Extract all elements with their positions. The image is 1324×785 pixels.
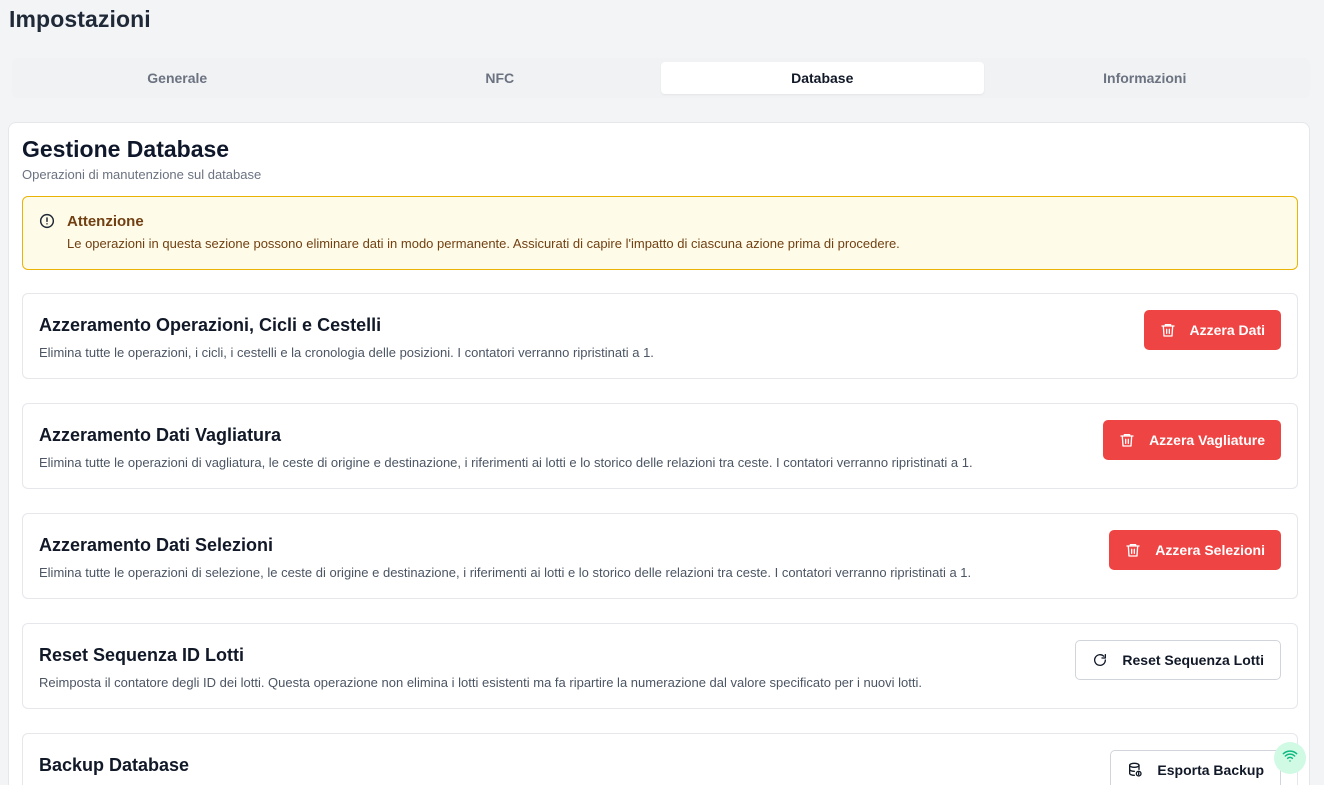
alert-text: Le operazioni in questa sezione possono … (67, 236, 900, 251)
database-management-card: Gestione Database Operazioni di manutenz… (8, 122, 1310, 785)
database-export-icon (1127, 762, 1143, 778)
section-backup-database: Backup Database Esporta Backup (22, 733, 1298, 785)
reset-sequenza-lotti-button[interactable]: Reset Sequenza Lotti (1075, 640, 1281, 680)
refresh-icon (1092, 652, 1108, 668)
button-label: Reset Sequenza Lotti (1122, 652, 1264, 668)
azzera-selezioni-button[interactable]: Azzera Selezioni (1109, 530, 1281, 570)
section-title: Backup Database (39, 755, 190, 775)
section-reset-operations: Azzeramento Operazioni, Cicli e Cestelli… (22, 293, 1298, 379)
section-reset-selezioni: Azzeramento Dati Selezioni Elimina tutte… (22, 513, 1298, 599)
section-reset-lot-sequence: Reset Sequenza ID Lotti Reimposta il con… (22, 623, 1298, 709)
alert-title: Attenzione (67, 213, 144, 230)
tab-generale[interactable]: Generale (16, 62, 339, 94)
wifi-icon (1282, 748, 1298, 769)
section-title: Azzeramento Operazioni, Cicli e Cestelli (39, 315, 382, 335)
trash-icon (1119, 432, 1135, 448)
card-subtitle: Operazioni di manutenzione sul database (22, 167, 262, 182)
section-description: Reimposta il contatore degli ID dei lott… (39, 675, 923, 690)
tab-database[interactable]: Database (661, 62, 984, 94)
button-label: Azzera Vagliature (1149, 432, 1265, 448)
alert-circle-icon (39, 213, 55, 229)
connection-status-badge[interactable] (1274, 742, 1306, 774)
section-description: Elimina tutte le operazioni di vagliatur… (39, 455, 973, 470)
button-label: Esporta Backup (1157, 762, 1264, 778)
tab-informazioni[interactable]: Informazioni (984, 62, 1307, 94)
settings-tabs: Generale NFC Database Informazioni (12, 58, 1310, 98)
button-label: Azzera Dati (1189, 322, 1265, 338)
section-description: Elimina tutte le operazioni, i cicli, i … (39, 345, 654, 360)
trash-icon (1125, 542, 1141, 558)
azzera-dati-button[interactable]: Azzera Dati (1143, 310, 1281, 350)
section-title: Azzeramento Dati Selezioni (39, 535, 274, 555)
section-title: Azzeramento Dati Vagliatura (39, 425, 282, 445)
page-title: Impostazioni (9, 6, 151, 32)
azzera-vagliature-button[interactable]: Azzera Vagliature (1103, 420, 1281, 460)
section-description: Elimina tutte le operazioni di selezione… (39, 565, 972, 580)
section-reset-vagliatura: Azzeramento Dati Vagliatura Elimina tutt… (22, 403, 1298, 489)
esporta-backup-button[interactable]: Esporta Backup (1110, 750, 1281, 785)
card-title: Gestione Database (22, 136, 230, 162)
section-title: Reset Sequenza ID Lotti (39, 645, 245, 665)
tab-nfc[interactable]: NFC (339, 62, 662, 94)
trash-icon (1160, 322, 1176, 338)
warning-alert: Attenzione Le operazioni in questa sezio… (22, 196, 1298, 270)
button-label: Azzera Selezioni (1155, 542, 1265, 558)
